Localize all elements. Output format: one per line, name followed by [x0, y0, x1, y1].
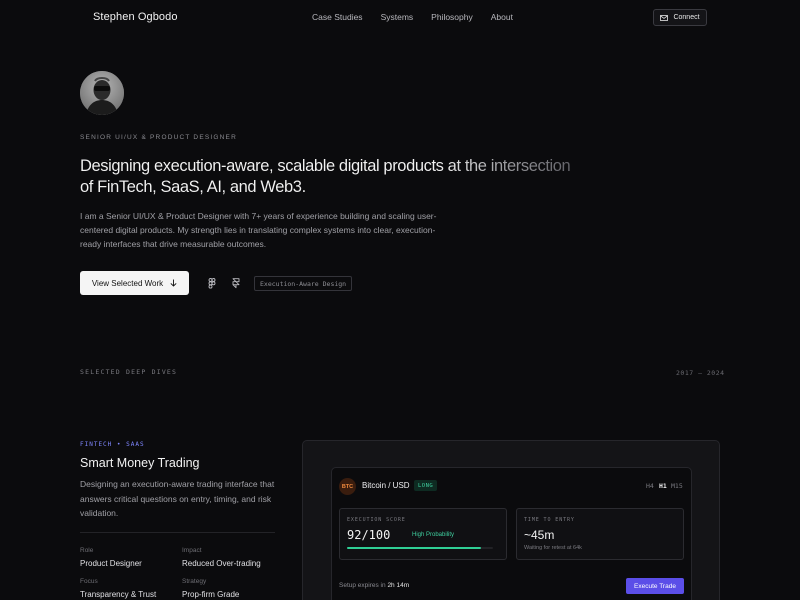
- role-eyebrow: SENIOR UI/UX & PRODUCT DESIGNER: [80, 134, 237, 141]
- meta-label-strategy: Strategy: [182, 578, 207, 585]
- view-selected-work-button[interactable]: View Selected Work: [80, 271, 189, 295]
- setup-time: 2h 14m: [387, 582, 410, 589]
- execution-aware-tag: Execution-Aware Design: [254, 276, 353, 291]
- framer-icon[interactable]: [231, 278, 241, 289]
- meta-label-role: Role: [80, 547, 94, 554]
- timeframe-h4[interactable]: H4: [646, 482, 654, 490]
- brand-name[interactable]: Stephen Ogbodo: [93, 11, 178, 23]
- meta-label-focus: Focus: [80, 578, 98, 585]
- case-description: Designing an execution-aware trading int…: [80, 479, 275, 518]
- score-progress-track: [347, 547, 493, 549]
- time-note: Waiting for retest at 64k: [524, 545, 582, 551]
- arrow-down-icon: [170, 279, 177, 287]
- time-label: TIME TO ENTRY: [524, 517, 575, 523]
- nav-link-systems[interactable]: Systems: [381, 12, 414, 22]
- timeframe-m15[interactable]: M15: [671, 482, 683, 490]
- meta-value-impact: Reduced Over-trading: [182, 559, 261, 568]
- view-selected-work-label: View Selected Work: [91, 278, 164, 288]
- trading-pair: Bitcoin / USD: [362, 481, 410, 490]
- meta-value-strategy: Prop-firm Grade: [182, 590, 240, 599]
- meta-value-focus: Transparency & Trust: [80, 590, 157, 599]
- connect-button[interactable]: Connect: [653, 9, 707, 26]
- setup-prefix: Setup expires in: [339, 582, 386, 589]
- case-title[interactable]: Smart Money Trading: [80, 456, 200, 470]
- score-progress-fill: [347, 547, 482, 549]
- direction-badge: LONG: [414, 480, 438, 491]
- execution-score-card: EXECUTION SCORE 92/100 High Probability: [339, 508, 507, 560]
- nav-link-about[interactable]: About: [491, 12, 513, 22]
- top-nav: Stephen Ogbodo Case Studies Systems Phil…: [0, 0, 800, 36]
- hero-bio: I am a Senior UI/UX & Product Designer w…: [80, 211, 437, 249]
- nav-link-philosophy[interactable]: Philosophy: [431, 12, 473, 22]
- case-divider: [80, 532, 275, 533]
- setup-expiry: Setup expires in 2h 14m: [339, 582, 409, 589]
- avatar: [80, 71, 124, 115]
- execute-trade-button[interactable]: Execute Trade: [626, 578, 684, 594]
- btc-coin-icon: BTC: [339, 478, 356, 495]
- nav-links: Case Studies Systems Philosophy About: [312, 12, 513, 22]
- section-label: SELECTED DEEP DIVES: [80, 368, 178, 376]
- meta-label-impact: Impact: [182, 547, 202, 554]
- hero-headline: Designing execution-aware, scalable digi…: [80, 156, 580, 198]
- nav-link-case-studies[interactable]: Case Studies: [312, 12, 363, 22]
- time-to-entry-card: TIME TO ENTRY ~45m Waiting for retest at…: [516, 508, 684, 560]
- meta-value-role: Product Designer: [80, 559, 142, 568]
- mail-icon: [660, 14, 669, 21]
- connect-label: Connect: [673, 14, 700, 21]
- figma-icon[interactable]: [207, 278, 217, 289]
- timeframe-h1[interactable]: H1: [659, 482, 667, 490]
- score-label: EXECUTION SCORE: [347, 517, 406, 523]
- case-tag: FINTECH • SAAS: [80, 441, 145, 448]
- score-note: High Probability: [412, 532, 455, 538]
- time-value: ~45m: [524, 528, 555, 542]
- score-value: 92/100: [347, 528, 391, 542]
- section-years: 2017 — 2024: [676, 369, 725, 377]
